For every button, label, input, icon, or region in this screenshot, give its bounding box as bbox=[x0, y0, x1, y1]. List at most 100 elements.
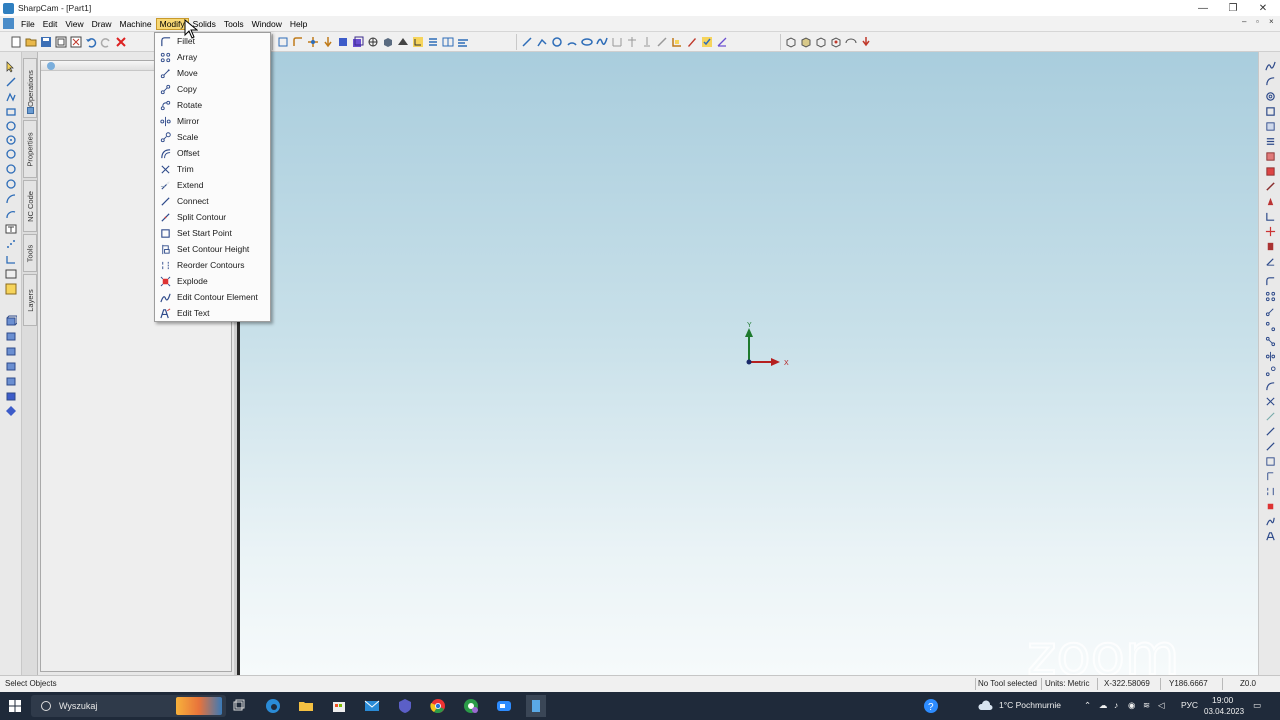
notifications-icon[interactable]: ▭ bbox=[1253, 700, 1261, 711]
tab-tools[interactable]: Tools bbox=[23, 234, 37, 272]
corner-tool-icon[interactable] bbox=[292, 36, 304, 48]
circle-3pt-icon[interactable] bbox=[4, 147, 17, 160]
menu-item-fillet[interactable]: Fillet bbox=[155, 33, 270, 49]
taskbar-search-box[interactable]: Wyszukaj bbox=[31, 695, 226, 717]
dimension-tool-icon[interactable] bbox=[611, 36, 623, 48]
menu-item-set-start-point[interactable]: Set Start Point bbox=[155, 225, 270, 241]
view-top-icon[interactable] bbox=[800, 36, 812, 48]
angle-tool-icon[interactable] bbox=[716, 36, 728, 48]
tool-path-icon[interactable] bbox=[1264, 225, 1276, 237]
menu-item-move[interactable]: Move bbox=[155, 65, 270, 81]
simulate-icon[interactable] bbox=[1264, 210, 1276, 222]
points-icon[interactable] bbox=[4, 237, 17, 250]
maximize-button[interactable]: ❐ bbox=[1218, 0, 1248, 16]
select-arrow-icon[interactable] bbox=[4, 60, 17, 73]
undo-icon[interactable] bbox=[85, 36, 97, 48]
close-button[interactable]: ✕ bbox=[1248, 0, 1278, 16]
path-icon[interactable] bbox=[412, 36, 424, 48]
extend-side-icon[interactable] bbox=[1264, 410, 1276, 422]
menu-machine[interactable]: Machine bbox=[115, 18, 155, 30]
menu-item-mirror[interactable]: Mirror bbox=[155, 113, 270, 129]
extrude-icon[interactable] bbox=[352, 36, 364, 48]
spline-tool-icon[interactable] bbox=[596, 36, 608, 48]
start-point-side-icon[interactable] bbox=[1264, 455, 1276, 467]
scale-side-icon[interactable] bbox=[1264, 365, 1276, 377]
menu-item-offset[interactable]: Offset bbox=[155, 145, 270, 161]
edit-element-side-icon[interactable] bbox=[1264, 515, 1276, 527]
weather-text[interactable]: 1°C Pochmurnie bbox=[999, 700, 1061, 710]
minimize-button[interactable]: — bbox=[1188, 0, 1218, 16]
mdi-restore-icon[interactable]: ▫ bbox=[1256, 17, 1259, 26]
mail-icon[interactable] bbox=[363, 697, 381, 715]
tab-layers[interactable]: Layers bbox=[23, 274, 37, 326]
clock-date[interactable]: 03.04.2023 bbox=[1204, 707, 1244, 716]
rectangle-icon[interactable] bbox=[4, 105, 17, 118]
mdi-close-icon[interactable]: × bbox=[1269, 17, 1274, 26]
menu-draw[interactable]: Draw bbox=[88, 18, 116, 30]
polyline-tool-icon[interactable] bbox=[536, 36, 548, 48]
reorder-side-icon[interactable] bbox=[1264, 485, 1276, 497]
solid-union-icon[interactable] bbox=[4, 389, 17, 402]
point-tool-icon[interactable] bbox=[641, 36, 653, 48]
view-front-icon[interactable] bbox=[785, 36, 797, 48]
connect-side-icon[interactable] bbox=[1264, 425, 1276, 437]
ellipse-icon[interactable] bbox=[4, 177, 17, 190]
rotate-view-icon[interactable] bbox=[367, 36, 379, 48]
redo-icon[interactable] bbox=[100, 36, 112, 48]
menu-window[interactable]: Window bbox=[248, 18, 286, 30]
delete-icon[interactable] bbox=[115, 36, 127, 48]
sharpcam-taskbar-icon[interactable] bbox=[526, 695, 546, 717]
polyline-icon[interactable] bbox=[4, 90, 17, 103]
circle-center-icon[interactable] bbox=[4, 133, 17, 146]
cylinder-icon[interactable] bbox=[4, 329, 17, 342]
copy-tool-icon[interactable] bbox=[322, 36, 334, 48]
solid-diamond-icon[interactable] bbox=[4, 404, 17, 417]
menu-item-connect[interactable]: Connect bbox=[155, 193, 270, 209]
shaded-view-icon[interactable] bbox=[382, 36, 394, 48]
menu-item-explode[interactable]: Explode bbox=[155, 273, 270, 289]
corner-select-icon[interactable] bbox=[671, 36, 683, 48]
onedrive-icon[interactable]: ☁ bbox=[1099, 700, 1108, 711]
volume-icon[interactable]: ♪ bbox=[1114, 700, 1118, 710]
menu-item-edit-contour-element[interactable]: Edit Contour Element bbox=[155, 289, 270, 305]
circle-icon[interactable] bbox=[4, 119, 17, 132]
tab-operations[interactable]: Operations bbox=[23, 58, 37, 118]
ellipse-tool-icon[interactable] bbox=[581, 36, 593, 48]
line-tool-icon[interactable] bbox=[521, 36, 533, 48]
offset-side-icon[interactable] bbox=[1264, 380, 1276, 392]
cone-icon[interactable] bbox=[4, 344, 17, 357]
wifi-icon[interactable]: ≋ bbox=[1143, 700, 1150, 711]
circle-tool-icon[interactable] bbox=[551, 36, 563, 48]
profile-icon[interactable] bbox=[1264, 120, 1276, 132]
face-icon[interactable] bbox=[1264, 165, 1276, 177]
copy-side-icon[interactable] bbox=[1264, 320, 1276, 332]
arc-3pt-icon[interactable] bbox=[4, 207, 17, 220]
layers-icon[interactable] bbox=[457, 36, 469, 48]
document-icon[interactable] bbox=[3, 18, 14, 29]
explode-side-icon[interactable] bbox=[1264, 500, 1276, 512]
stack-icon[interactable] bbox=[427, 36, 439, 48]
curve-icon[interactable] bbox=[1264, 75, 1276, 87]
menu-item-edit-text[interactable]: Edit Text bbox=[155, 305, 270, 321]
box-icon[interactable] bbox=[4, 314, 17, 327]
menu-view[interactable]: View bbox=[61, 18, 87, 30]
save-icon[interactable] bbox=[40, 36, 52, 48]
stack-red-icon[interactable] bbox=[1264, 195, 1276, 207]
text-icon[interactable] bbox=[4, 222, 17, 235]
fillet-side-icon[interactable] bbox=[1264, 275, 1276, 287]
sphere-icon[interactable] bbox=[4, 359, 17, 372]
save-as-icon[interactable] bbox=[55, 36, 67, 48]
menu-item-copy[interactable]: Copy bbox=[155, 81, 270, 97]
box-solid-icon[interactable] bbox=[337, 36, 349, 48]
split-view-icon[interactable] bbox=[442, 36, 454, 48]
task-view-icon[interactable] bbox=[230, 697, 248, 715]
windows-start-icon[interactable] bbox=[9, 700, 21, 712]
menu-item-reorder-contours[interactable]: Reorder Contours bbox=[155, 257, 270, 273]
vpn-icon[interactable] bbox=[396, 697, 414, 715]
store-icon[interactable] bbox=[330, 697, 348, 715]
post-process-icon[interactable] bbox=[1264, 255, 1276, 267]
chrome-profile-icon[interactable] bbox=[462, 697, 480, 715]
mdi-minimize-icon[interactable]: – bbox=[1242, 17, 1246, 26]
stock-icon[interactable] bbox=[1264, 240, 1276, 252]
circle-2pt-icon[interactable] bbox=[4, 162, 17, 175]
